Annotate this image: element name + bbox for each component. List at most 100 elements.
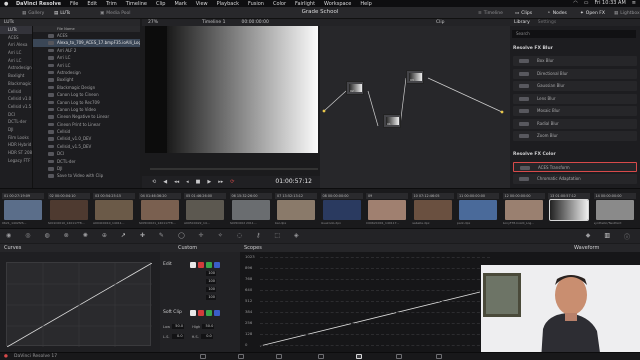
high-value[interactable]: 50.0 [202,324,215,329]
lut-file-item[interactable]: DCI [33,150,140,157]
lut-category-item[interactable]: Cellsid v1.0 [0,95,32,103]
clip-thumbnail[interactable]: 10 07:12:46:05 isabella.dpx [411,193,454,227]
tracker-icon[interactable]: ✛ [199,232,204,239]
red-swatch[interactable] [198,262,204,268]
blue-swatch[interactable] [214,262,220,268]
soft-blue-swatch[interactable] [214,310,220,316]
curve-graph[interactable] [6,262,153,348]
soft-red-swatch[interactable] [198,310,204,316]
clip-thumbnail[interactable]: 12 00:00:00:00 SonyF35.lioAlli_Log... [502,193,545,227]
low-value[interactable]: 50.0 [172,324,185,329]
viewer[interactable] [145,26,318,153]
lut-file-item[interactable]: Save to Video with Clip [33,172,140,179]
menu-trim[interactable]: Trim [106,1,117,7]
search-input[interactable]: Search [512,30,636,38]
lut-category-item[interactable]: Arri Alexa [0,41,32,49]
scopes-icon[interactable]: ▥ [604,232,610,241]
lut-category-item[interactable]: Astrodesign [0,64,32,72]
clip-thumbnail[interactable]: 13 01:00:57:12 [548,193,590,227]
fx-blur-item[interactable]: Lens Blur [513,93,637,104]
soft-luma-swatch[interactable] [190,310,196,316]
menu-fusion[interactable]: Fusion [248,1,264,7]
nodes-button[interactable]: ⚬ Nodes [547,9,567,17]
lut-file-item[interactable]: DJI [33,165,140,172]
lut-category-item[interactable]: Legacy FTF [0,157,32,165]
fairlight-page-icon[interactable] [396,354,402,359]
lut-category-item[interactable]: LUTs [0,26,32,34]
tab-library[interactable]: Library [514,20,530,25]
menu-clip[interactable]: Clip [156,1,165,7]
lut-file-item[interactable]: Canon Log to Cineon [33,91,140,98]
lut-category-item[interactable]: DJI [0,126,32,134]
key-icon[interactable]: ⚷ [256,232,260,239]
media-pool-button[interactable]: ▣ Media Pool [100,9,131,17]
info-icon[interactable]: ⓘ [624,232,630,241]
fx-blur-item[interactable]: Mosaic Blur [513,106,637,116]
clips-button[interactable]: ▭ Clips [515,9,532,17]
green-swatch[interactable] [206,262,212,268]
menu-fairlight[interactable]: Fairlight [295,1,315,7]
lut-file-item[interactable]: Cellsid [33,128,140,135]
group-color[interactable]: Resolve FX Color [513,152,556,157]
media-page-icon[interactable] [200,354,206,359]
keyframes-icon[interactable]: ◆ [586,232,591,241]
node-01[interactable]: 01 [383,114,401,128]
timeline-name[interactable]: Timeline 1 [202,20,225,25]
lut-category-item[interactable]: Cellsid v1.5 [0,103,32,111]
node-clip-mode[interactable]: Clip [436,20,445,25]
timeline-button[interactable]: ≡ Timeline [478,9,503,17]
magic-mask-icon[interactable]: ✧ [218,232,223,239]
luma-swatch[interactable] [190,262,196,268]
menu-playback[interactable]: Playback [217,1,239,7]
lut-file-item[interactable]: Cineon Negative to Linear [33,113,140,120]
rewind-icon[interactable]: ◂◂ [174,179,179,185]
edit-value[interactable]: 100 [206,287,216,292]
jog-icon[interactable]: ◀ [163,179,167,185]
menu-mark[interactable]: Mark [174,1,186,7]
lut-category-item[interactable]: Film Looks [0,134,32,142]
gallery-button[interactable]: ▦ Gallery [22,9,44,17]
lut-file-item[interactable]: Arri LC [33,62,140,69]
menu-color[interactable]: Color [273,1,286,7]
clock[interactable]: Fri 10:33 AM [595,0,626,6]
group-blur[interactable]: Resolve FX Blur [513,46,553,51]
battery-icon[interactable]: ▭ [584,0,589,6]
clip-thumbnail[interactable]: 03 00:54:25:15 A004C0010_14011... [93,193,135,227]
rgb-mixer-icon[interactable]: ⊗ [64,232,69,239]
menu-file[interactable]: File [70,1,78,7]
edit-value[interactable]: 100 [206,295,216,300]
soft-green-swatch[interactable] [206,310,212,316]
lut-file-item[interactable]: Cineon Print to Linear [33,121,140,128]
hdr-icon[interactable]: ✺ [83,232,88,239]
lut-category-item[interactable]: ACES [0,34,32,42]
color-page-icon[interactable] [356,354,362,359]
clip-thumbnail[interactable]: 09 C0062C001_140117... [366,193,408,227]
lut-category-item[interactable]: DCI [0,111,32,119]
apple-icon[interactable]: ● [4,1,8,7]
camera-raw-icon[interactable]: ◉ [6,232,11,239]
tab-settings[interactable]: Settings [538,20,556,25]
blur-icon[interactable]: ◌ [237,232,242,239]
fx-color-item[interactable]: ACES Transform [513,162,637,172]
deliver-page-icon[interactable] [436,354,442,359]
menu-timeline[interactable]: Timeline [126,1,147,7]
stop-icon[interactable]: ■ [196,179,201,185]
fx-blur-item[interactable]: Box Blur [513,56,637,66]
clip-thumbnail[interactable]: 14 00:00:00:00 synthetic/TwoPoint [593,193,636,227]
menu-view[interactable]: View [196,1,208,7]
node-editor[interactable]: 02 03 01 [320,26,510,188]
clip-thumbnail[interactable]: 06 15:32:26:00 A005C002 2011... [229,193,272,227]
cut-page-icon[interactable] [238,354,244,359]
lut-file-item[interactable]: Cellsid_v1.5_DEV [33,143,140,150]
lightbox-button[interactable]: ▦ Lightbox [614,9,640,17]
play-icon[interactable]: ▶ [207,179,211,185]
lut-category-item[interactable]: Blackmagic Design [0,80,32,88]
clip-thumbnail[interactable]: 08 00:00:00:00 blueknob.dpx [320,193,363,227]
lut-file-item[interactable]: Canon Log to Rec709 [33,99,140,106]
menu-workspace[interactable]: Workspace [324,1,351,7]
window-icon[interactable]: ◯ [178,232,185,239]
curves-icon[interactable]: ↗ [121,232,126,239]
lut-file-item[interactable]: DCTL-der [33,158,140,165]
edit-page-icon[interactable] [276,354,282,359]
edit-value[interactable]: 100 [206,279,216,284]
